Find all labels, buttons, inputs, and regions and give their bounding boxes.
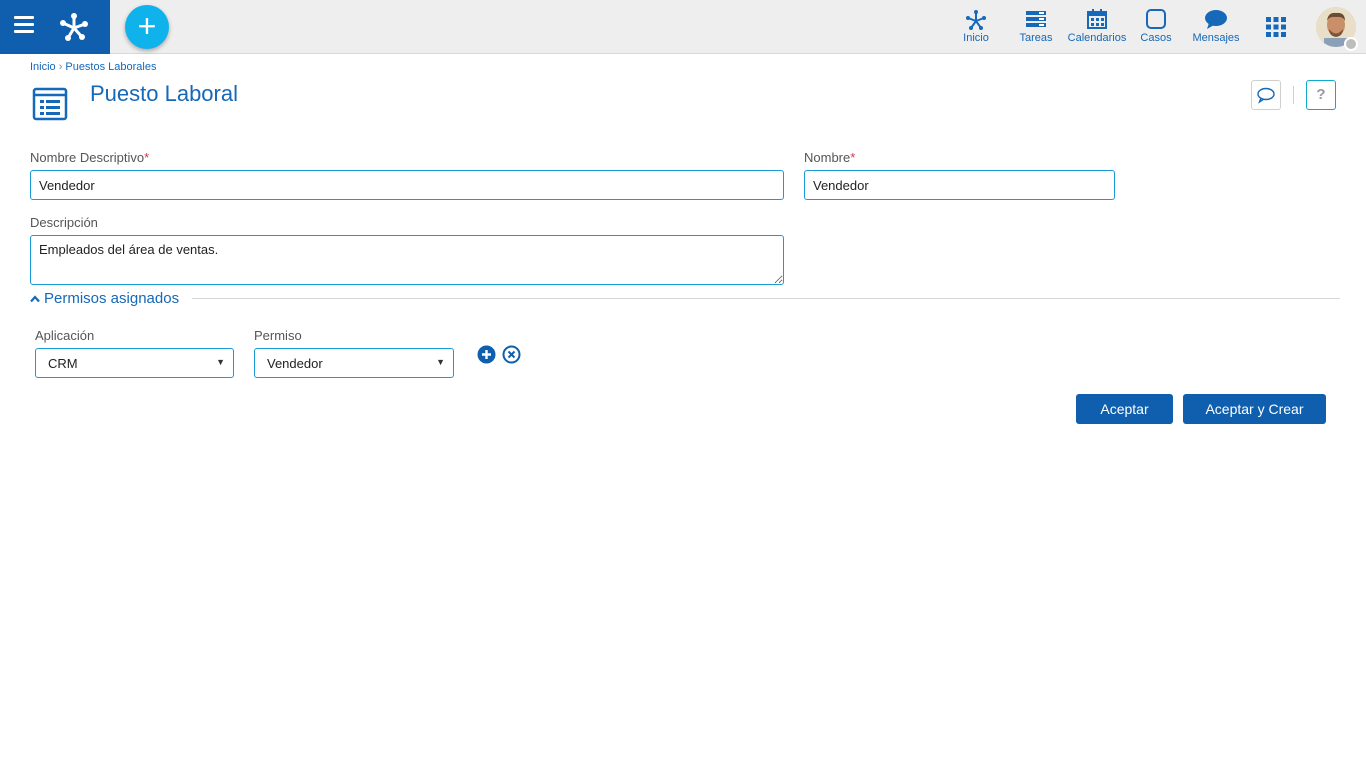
top-bar: + Inicio Tareas Calendarios Casos Mensaj… bbox=[0, 0, 1366, 54]
comment-icon bbox=[1257, 87, 1275, 104]
nav-tareas[interactable]: Tareas bbox=[1005, 0, 1067, 54]
permiso-select[interactable]: Vendedor ▼ bbox=[254, 348, 454, 378]
nav-label: Inicio bbox=[963, 32, 989, 44]
nav-label: Calendarios bbox=[1067, 32, 1127, 44]
create-new-button[interactable]: + bbox=[125, 5, 169, 49]
aplicacion-label: Aplicación bbox=[35, 328, 95, 343]
section-divider bbox=[192, 298, 1340, 299]
nav-casos[interactable]: Casos bbox=[1125, 0, 1187, 54]
chevron-up-icon bbox=[30, 295, 40, 303]
caret-down-icon: ▼ bbox=[216, 357, 225, 367]
caret-down-icon: ▼ bbox=[436, 357, 445, 367]
hamburger-menu-icon[interactable] bbox=[14, 16, 36, 36]
cases-icon bbox=[1146, 9, 1166, 29]
comments-button[interactable] bbox=[1251, 80, 1281, 110]
breadcrumb-current-link[interactable]: Puestos Laborales bbox=[65, 61, 156, 73]
permiso-label: Permiso bbox=[254, 328, 302, 343]
nombre-descriptivo-input[interactable] bbox=[30, 170, 784, 200]
required-marker: * bbox=[144, 150, 150, 165]
add-row-icon[interactable] bbox=[477, 345, 496, 364]
help-button[interactable]: ? bbox=[1306, 80, 1336, 110]
nombre-label: Nombre* bbox=[804, 150, 855, 165]
breadcrumb: Inicio › Puestos Laborales bbox=[30, 61, 156, 73]
breadcrumb-separator: › bbox=[58, 61, 63, 73]
nombre-label-text: Nombre bbox=[804, 150, 851, 165]
apps-grid-icon[interactable] bbox=[1265, 16, 1287, 38]
home-network-icon bbox=[966, 10, 986, 30]
toolbar-divider bbox=[1293, 86, 1294, 104]
descripcion-textarea[interactable]: Empleados del área de ventas. bbox=[30, 235, 784, 285]
logo-icon[interactable] bbox=[56, 8, 92, 44]
permisos-section-title: Permisos asignados bbox=[44, 290, 180, 307]
messages-icon bbox=[1205, 10, 1227, 29]
nav-label: Mensajes bbox=[1192, 32, 1240, 44]
tasks-icon bbox=[1026, 11, 1046, 27]
permisos-section-toggle[interactable]: Permisos asignados bbox=[30, 290, 179, 307]
nav-label: Tareas bbox=[1019, 32, 1053, 44]
nombre-descriptivo-label-text: Nombre Descriptivo bbox=[30, 150, 145, 165]
aplicacion-select[interactable]: CRM ▼ bbox=[35, 348, 234, 378]
nav-inicio[interactable]: Inicio bbox=[945, 0, 1007, 54]
nombre-descriptivo-label: Nombre Descriptivo* bbox=[30, 150, 149, 165]
calendar-icon bbox=[1087, 9, 1107, 29]
remove-row-icon[interactable] bbox=[502, 345, 521, 364]
nav-calendarios[interactable]: Calendarios bbox=[1066, 0, 1128, 54]
breadcrumb-home-link[interactable]: Inicio bbox=[30, 61, 56, 73]
page-title: Puesto Laboral bbox=[90, 81, 238, 106]
presence-status-indicator bbox=[1344, 37, 1358, 51]
required-marker: * bbox=[850, 150, 856, 165]
nombre-input[interactable] bbox=[804, 170, 1115, 200]
brand-area bbox=[0, 0, 110, 54]
aceptar-y-crear-button[interactable]: Aceptar y Crear bbox=[1183, 394, 1326, 424]
nav-label: Casos bbox=[1140, 32, 1172, 44]
aceptar-button[interactable]: Aceptar bbox=[1076, 394, 1173, 424]
permiso-select-value: Vendedor bbox=[267, 356, 323, 371]
aplicacion-select-value: CRM bbox=[48, 356, 78, 371]
job-position-icon bbox=[32, 87, 68, 121]
descripcion-label: Descripción bbox=[30, 215, 98, 230]
nav-mensajes[interactable]: Mensajes bbox=[1185, 0, 1247, 54]
